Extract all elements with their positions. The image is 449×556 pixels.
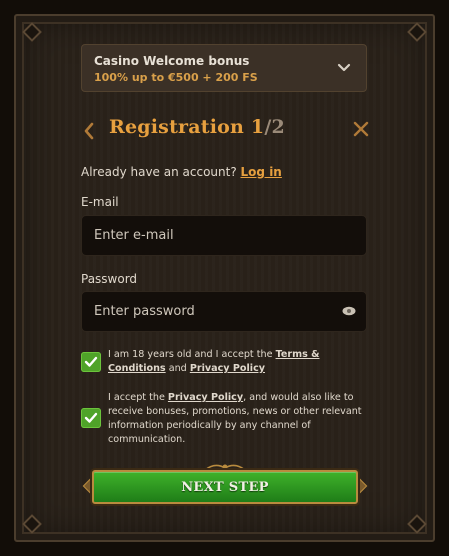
welcome-bonus-select[interactable]: Casino Welcome bonus 100% up to €500 + 2… bbox=[81, 44, 367, 92]
back-arrow-icon[interactable] bbox=[81, 121, 97, 141]
page-title: Registration 1/2 bbox=[109, 116, 285, 138]
consent-text: and bbox=[168, 363, 187, 374]
next-step-button[interactable]: NEXT STEP bbox=[92, 470, 358, 504]
consent-text: I am 18 years old and I accept the bbox=[108, 349, 273, 360]
step-current: 1 bbox=[250, 116, 265, 138]
corner-ornament bbox=[22, 514, 42, 534]
next-step-area: NEXT STEP bbox=[82, 462, 368, 512]
age-terms-text: I am 18 years old and I accept the Terms… bbox=[108, 348, 368, 376]
email-label: E-mail bbox=[81, 195, 119, 209]
password-label: Password bbox=[81, 272, 138, 286]
corner-ornament bbox=[407, 514, 427, 534]
checkmark-icon bbox=[84, 356, 98, 367]
marketing-consent-text: I accept the Privacy Policy, and would a… bbox=[108, 391, 368, 447]
chevron-down-icon bbox=[337, 63, 351, 72]
marketing-consent-checkbox[interactable] bbox=[81, 408, 101, 428]
age-terms-checkbox[interactable] bbox=[81, 352, 101, 372]
checkmark-icon bbox=[84, 412, 98, 423]
privacy-policy-link[interactable]: Privacy Policy bbox=[190, 363, 265, 374]
corner-ornament bbox=[22, 22, 42, 42]
title-text: Registration bbox=[109, 116, 245, 138]
close-icon[interactable] bbox=[353, 121, 369, 137]
step-total: /2 bbox=[264, 116, 285, 138]
bonus-subtitle: 100% up to €500 + 200 FS bbox=[94, 71, 258, 84]
login-prompt-text: Already have an account? bbox=[81, 165, 237, 179]
eye-icon[interactable] bbox=[342, 306, 356, 316]
email-field[interactable] bbox=[81, 215, 367, 256]
consent-text: I accept the bbox=[108, 392, 165, 403]
bonus-title: Casino Welcome bonus bbox=[94, 54, 250, 68]
login-link[interactable]: Log in bbox=[241, 165, 282, 179]
login-prompt: Already have an account? Log in bbox=[81, 165, 282, 179]
registration-header: Registration 1/2 bbox=[81, 115, 369, 147]
corner-ornament bbox=[407, 22, 427, 42]
privacy-policy-link[interactable]: Privacy Policy bbox=[168, 392, 243, 403]
password-field[interactable] bbox=[81, 291, 367, 332]
